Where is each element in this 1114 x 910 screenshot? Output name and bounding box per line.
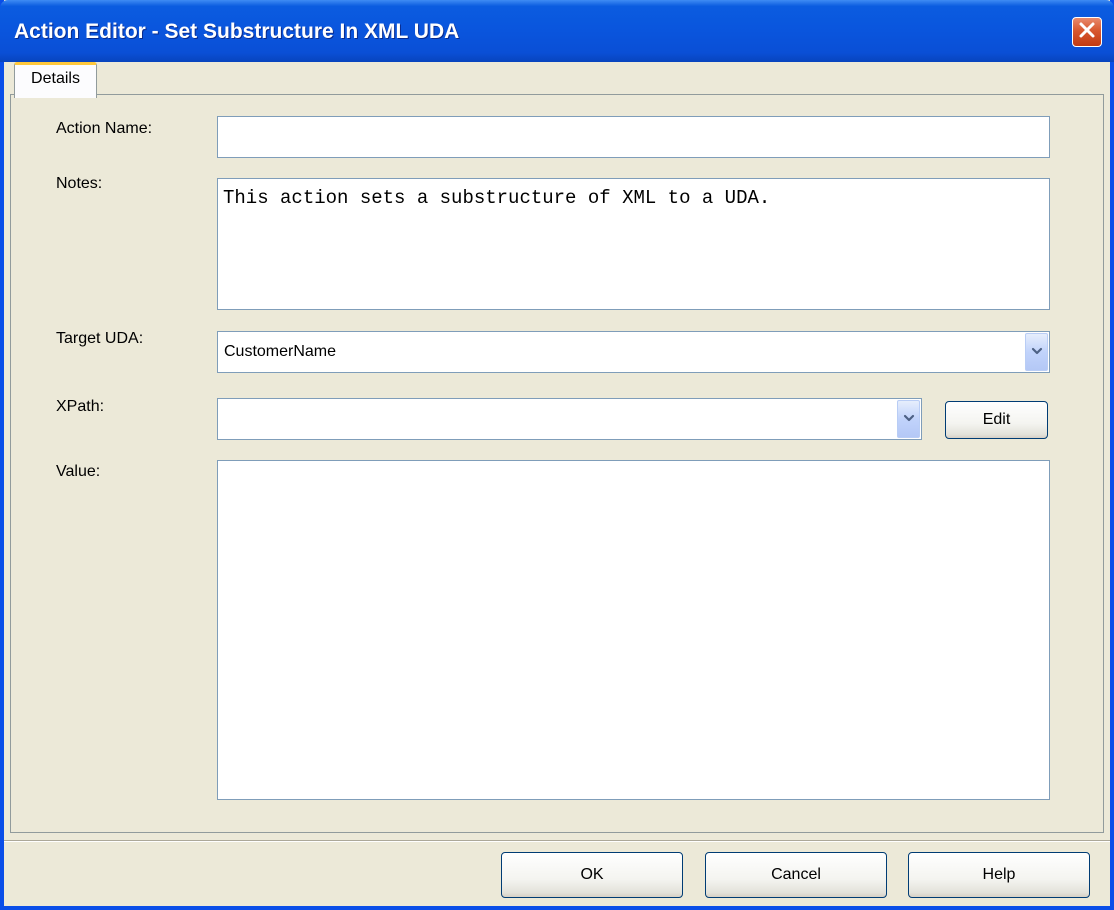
tab-details-label: Details bbox=[31, 70, 80, 87]
cancel-button[interactable]: Cancel bbox=[705, 852, 887, 898]
xpath-select[interactable] bbox=[217, 398, 922, 440]
footer-divider bbox=[4, 840, 1110, 842]
target-uda-dropdown-button[interactable] bbox=[1025, 333, 1048, 371]
notes-value: This action sets a substructure of XML t… bbox=[223, 187, 771, 209]
xpath-label: XPath: bbox=[56, 398, 105, 415]
details-panel: Action Name: Notes: This action sets a s… bbox=[10, 94, 1104, 833]
help-button[interactable]: Help bbox=[908, 852, 1090, 898]
ok-button[interactable]: OK bbox=[501, 852, 683, 898]
action-name-input[interactable] bbox=[217, 116, 1050, 158]
target-uda-select[interactable]: CustomerName bbox=[217, 331, 1050, 373]
title-bar[interactable]: Action Editor - Set Substructure In XML … bbox=[0, 0, 1114, 62]
action-name-label: Action Name: bbox=[56, 120, 153, 137]
notes-textarea[interactable]: This action sets a substructure of XML t… bbox=[217, 178, 1050, 310]
chevron-down-icon bbox=[1031, 343, 1043, 361]
close-icon bbox=[1078, 21, 1096, 44]
help-label: Help bbox=[982, 866, 1016, 883]
target-uda-label: Target UDA: bbox=[56, 330, 144, 347]
close-button[interactable] bbox=[1072, 17, 1102, 47]
xpath-dropdown-button[interactable] bbox=[897, 400, 920, 438]
tab-details[interactable]: Details bbox=[14, 62, 97, 98]
notes-label: Notes: bbox=[56, 175, 103, 192]
ok-label: OK bbox=[580, 866, 604, 883]
cancel-label: Cancel bbox=[771, 866, 821, 883]
target-uda-value: CustomerName bbox=[224, 343, 337, 360]
chevron-down-icon bbox=[903, 410, 915, 428]
action-editor-dialog: Action Editor - Set Substructure In XML … bbox=[0, 0, 1114, 910]
value-textarea[interactable] bbox=[217, 460, 1050, 800]
tab-strip: Details bbox=[4, 62, 1110, 98]
value-label: Value: bbox=[56, 463, 101, 480]
xpath-edit-button[interactable]: Edit bbox=[945, 401, 1048, 439]
xpath-edit-label: Edit bbox=[982, 411, 1011, 428]
window-title: Action Editor - Set Substructure In XML … bbox=[14, 20, 460, 43]
